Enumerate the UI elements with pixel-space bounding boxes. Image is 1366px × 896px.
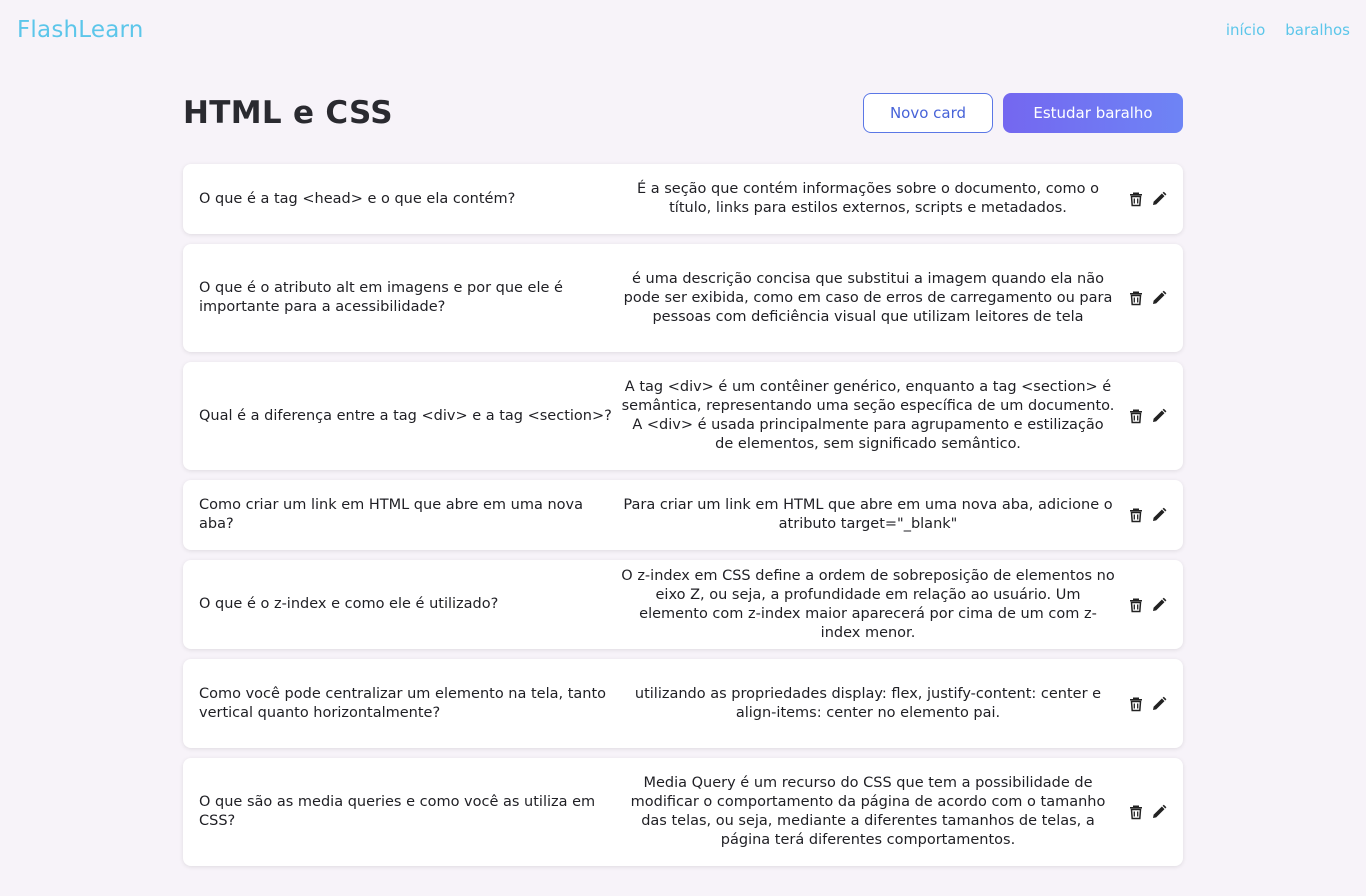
card-item: Como você pode centralizar um elemento n… — [183, 659, 1183, 748]
card-actions — [1117, 290, 1167, 306]
trash-icon[interactable] — [1128, 597, 1144, 613]
card-question: Como criar um link em HTML que abre em u… — [199, 497, 583, 532]
card-actions — [1117, 804, 1167, 820]
pencil-icon[interactable] — [1151, 191, 1167, 207]
page-title: HTML e CSS — [183, 95, 393, 131]
card-question: Como você pode centralizar um elemento n… — [199, 685, 607, 721]
nav-link-baralhos[interactable]: baralhos — [1285, 21, 1350, 39]
card-item: Como criar um link em HTML que abre em u… — [183, 480, 1183, 550]
card-question: O que são as media queries e como você a… — [199, 794, 596, 829]
study-deck-button[interactable]: Estudar baralho — [1003, 93, 1183, 133]
card-actions — [1117, 597, 1167, 613]
top-navbar: FlashLearn início baralhos — [0, 0, 1366, 62]
trash-icon[interactable] — [1128, 696, 1144, 712]
pencil-icon[interactable] — [1151, 408, 1167, 424]
card-list: O que é a tag <head> e o que ela contém?… — [183, 164, 1183, 866]
card-question: Qual é a diferença entre a tag <div> e a… — [199, 407, 612, 424]
pencil-icon[interactable] — [1151, 804, 1167, 820]
card-question: O que é o z-index e como ele é utilizado… — [199, 596, 499, 612]
app-logo[interactable]: FlashLearn — [17, 17, 144, 43]
card-item: O que é a tag <head> e o que ela contém?… — [183, 164, 1183, 234]
card-answer: é uma descrição concisa que substitui a … — [623, 270, 1113, 325]
card-answer: Media Query é um recurso do CSS que tem … — [630, 775, 1106, 848]
trash-icon[interactable] — [1128, 507, 1144, 523]
card-item: Qual é a diferença entre a tag <div> e a… — [183, 362, 1183, 470]
card-answer: Para criar um link em HTML que abre em u… — [623, 497, 1113, 532]
card-actions — [1117, 696, 1167, 712]
new-card-button[interactable]: Novo card — [863, 93, 993, 133]
card-answer: A tag <div> é um contêiner genérico, enq… — [621, 379, 1115, 452]
pencil-icon[interactable] — [1151, 507, 1167, 523]
deck-container: HTML e CSS Novo card Estudar baralho O q… — [183, 92, 1183, 866]
card-answer: O z-index em CSS define a ordem de sobre… — [621, 567, 1115, 641]
nav-link-inicio[interactable]: início — [1226, 21, 1265, 39]
nav-links: início baralhos — [1226, 21, 1350, 39]
trash-icon[interactable] — [1128, 804, 1144, 820]
card-item: O que são as media queries e como você a… — [183, 758, 1183, 866]
trash-icon[interactable] — [1128, 290, 1144, 306]
trash-icon[interactable] — [1128, 191, 1144, 207]
card-actions — [1117, 191, 1167, 207]
card-item: O que é o atributo alt em imagens e por … — [183, 244, 1183, 352]
trash-icon[interactable] — [1128, 408, 1144, 424]
card-item: O que é o z-index e como ele é utilizado… — [183, 560, 1183, 649]
card-question: O que é a tag <head> e o que ela contém? — [199, 190, 516, 207]
card-question: O que é o atributo alt em imagens e por … — [199, 280, 563, 315]
pencil-icon[interactable] — [1151, 290, 1167, 306]
card-actions — [1117, 507, 1167, 523]
card-actions — [1117, 408, 1167, 424]
pencil-icon[interactable] — [1151, 597, 1167, 613]
card-answer: utilizando as propriedades display: flex… — [634, 685, 1102, 721]
pencil-icon[interactable] — [1151, 696, 1167, 712]
deck-actions: Novo card Estudar baralho — [863, 93, 1183, 133]
card-answer: É a seção que contém informações sobre o… — [636, 181, 1100, 216]
deck-header: HTML e CSS Novo card Estudar baralho — [183, 92, 1183, 134]
